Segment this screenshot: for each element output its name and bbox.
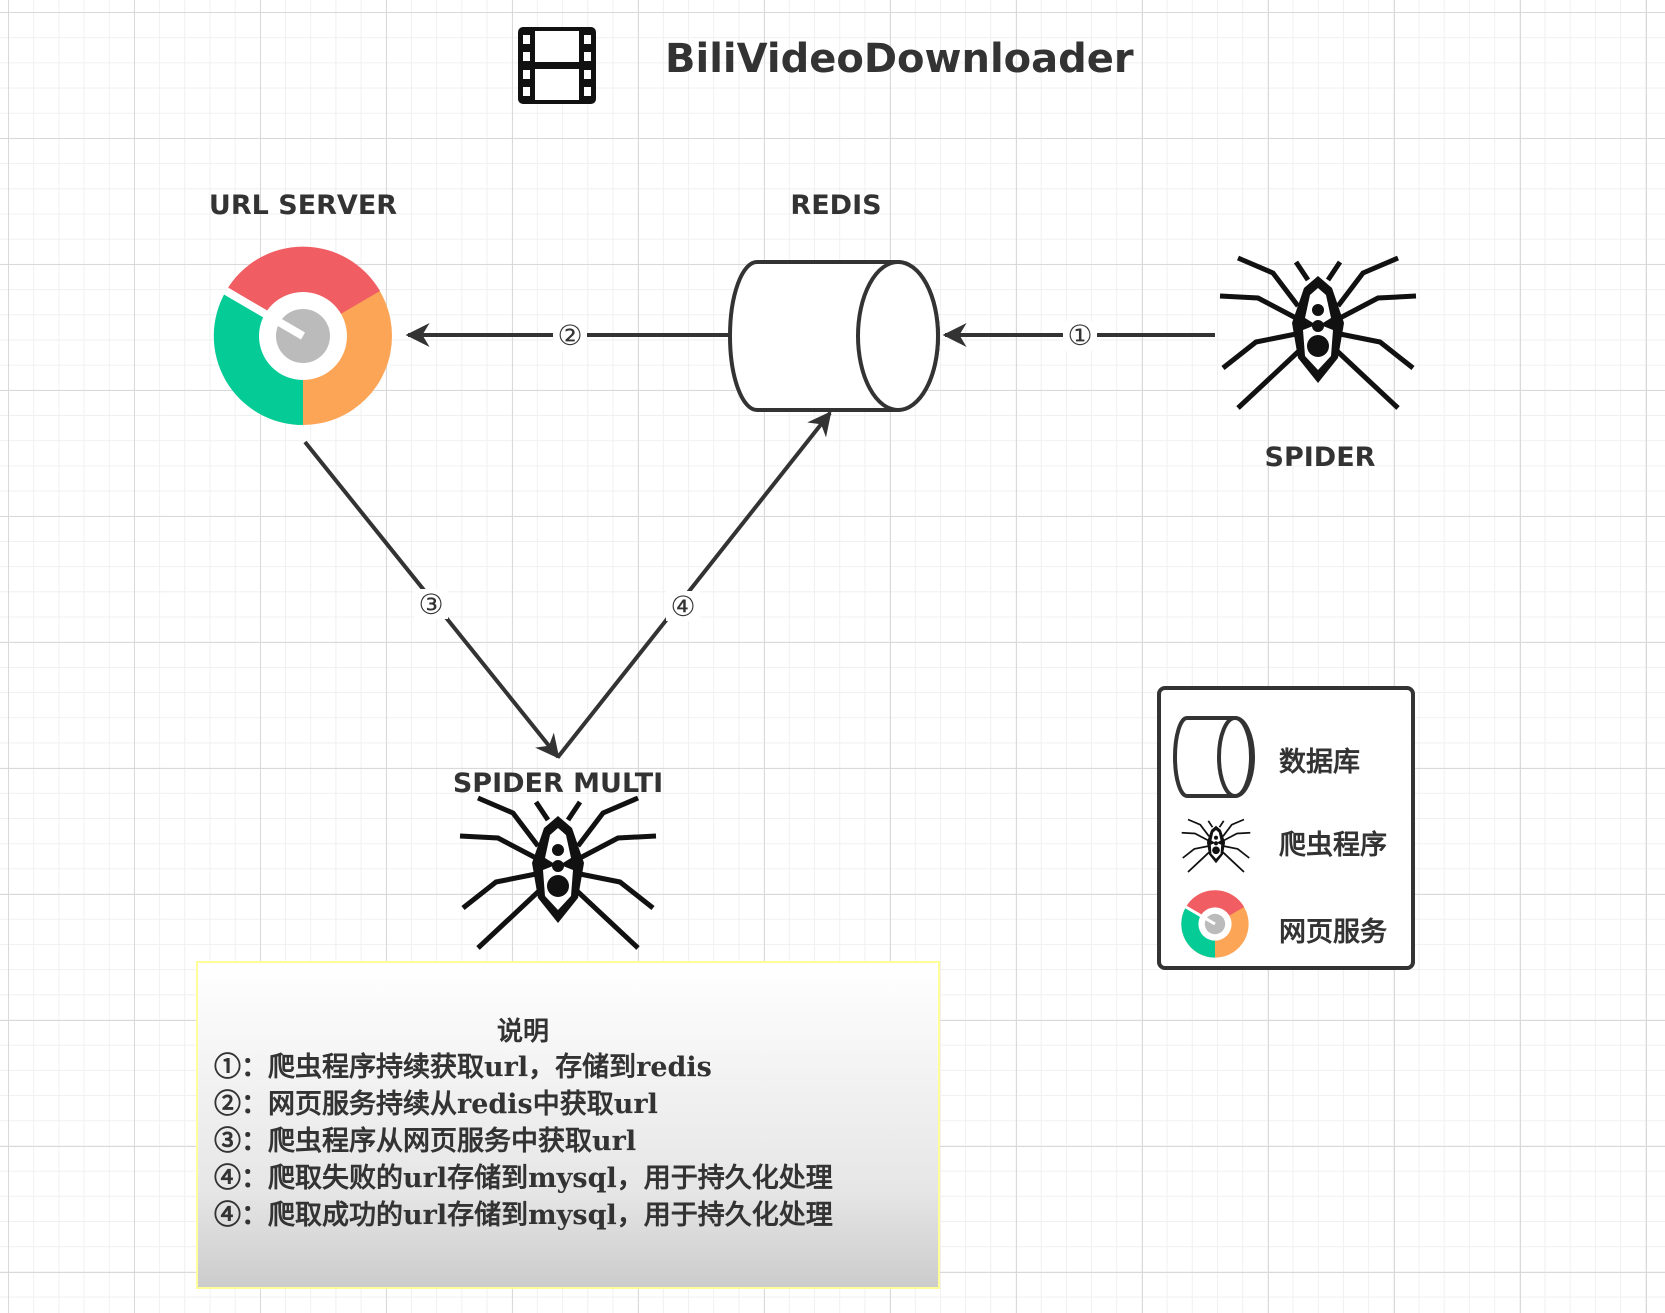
- list-item: ③：爬虫程序从网页服务中获取url: [214, 1126, 637, 1157]
- chrome-icon: [1181, 890, 1249, 958]
- notes-box: 说明 ①：爬虫程序持续获取url，存储到redis ②：网页服务持续从redis…: [196, 961, 940, 1289]
- node-label-spider: SPIDER: [1264, 442, 1376, 473]
- database-cylinder-icon: [728, 260, 940, 412]
- spider-icon: [460, 798, 656, 948]
- spider-icon: [1220, 258, 1416, 408]
- list-item: ①：爬虫程序持续获取url，存储到redis: [214, 1052, 712, 1083]
- film-icon: [518, 27, 596, 104]
- edge-spider-multi-to-redis: [556, 411, 832, 759]
- edge-label-1: ①: [1067, 319, 1092, 352]
- legend-label-web-service: 网页服务: [1279, 917, 1387, 948]
- edge-label-4: ④: [670, 590, 695, 623]
- notes-list: ①：爬虫程序持续获取url，存储到redis ②：网页服务持续从redis中获取…: [214, 1049, 833, 1234]
- notes-title: 说明: [496, 1017, 549, 1047]
- legend-label-database: 数据库: [1279, 747, 1360, 778]
- list-item: ②：网页服务持续从redis中获取url: [214, 1089, 658, 1120]
- legend: 数据库 爬虫程序 网页服务: [1157, 686, 1415, 970]
- list-item: ④：爬取失败的url存储到mysql，用于持久化处理: [214, 1163, 833, 1194]
- spider-icon: [1181, 818, 1251, 873]
- chrome-icon: [214, 247, 392, 425]
- node-label-redis: REDIS: [790, 190, 882, 221]
- node-label-url-server: URL SERVER: [208, 190, 398, 221]
- database-cylinder-icon: [1173, 716, 1255, 798]
- edge-label-2: ②: [557, 319, 582, 352]
- legend-label-spider-program: 爬虫程序: [1279, 830, 1387, 861]
- diagram-title: BiliVideoDownloader: [665, 36, 1134, 82]
- node-label-spider-multi: SPIDER MULTI: [452, 768, 664, 799]
- edge-label-3: ③: [418, 588, 443, 621]
- list-item: ④：爬取成功的url存储到mysql，用于持久化处理: [214, 1200, 833, 1231]
